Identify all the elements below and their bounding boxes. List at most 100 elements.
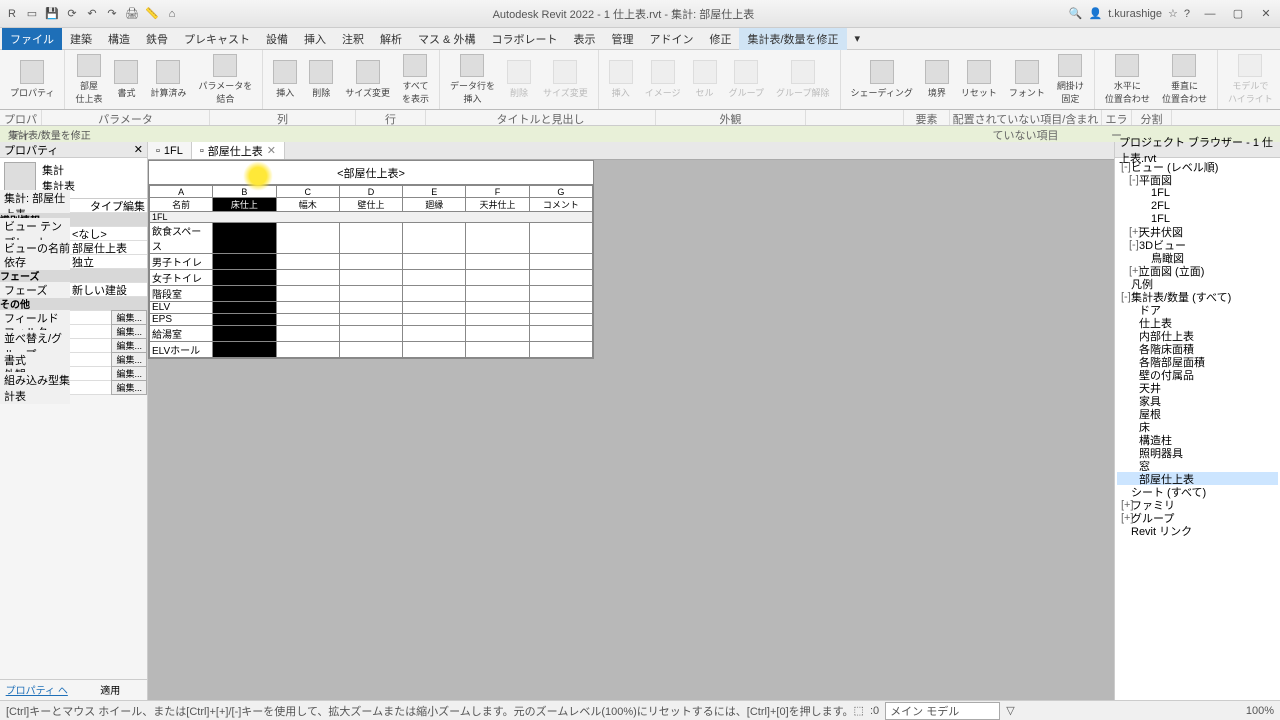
edit-button[interactable]: 編集... xyxy=(111,380,147,395)
cell[interactable] xyxy=(213,223,276,254)
edit-button[interactable]: 編集... xyxy=(111,310,147,325)
print-icon[interactable]: 🖨 xyxy=(124,6,140,22)
cell[interactable]: 女子トイレ xyxy=(150,270,213,286)
favorites-icon[interactable]: ☆ xyxy=(1168,7,1178,20)
properties-close-icon[interactable]: ✕ xyxy=(134,143,143,156)
cell[interactable] xyxy=(339,223,402,254)
ribbon-すべて-を表示[interactable]: すべて を表示 xyxy=(396,52,435,107)
cell[interactable] xyxy=(276,314,339,326)
zoom-percent[interactable]: 100% xyxy=(1246,705,1274,717)
col-header[interactable]: 名前 xyxy=(150,198,213,212)
tree-item[interactable]: 1FL xyxy=(1117,186,1278,199)
cell[interactable] xyxy=(529,270,592,286)
col-letter[interactable]: D xyxy=(339,186,402,198)
col-letter[interactable]: E xyxy=(403,186,466,198)
cell[interactable] xyxy=(529,302,592,314)
status-filter-icon[interactable]: ▽ xyxy=(1006,704,1014,717)
menu-2[interactable]: 構造 xyxy=(100,28,138,50)
tree-item[interactable]: 2FL xyxy=(1117,199,1278,212)
cell[interactable] xyxy=(213,314,276,326)
menu-15[interactable]: 集計表/数量を修正 xyxy=(739,28,846,50)
cell[interactable] xyxy=(213,270,276,286)
edit-button[interactable]: 編集... xyxy=(111,338,147,353)
col-letter[interactable]: B xyxy=(213,186,276,198)
cell[interactable] xyxy=(529,326,592,342)
cell[interactable] xyxy=(466,342,529,358)
cell[interactable] xyxy=(403,286,466,302)
cell[interactable] xyxy=(339,286,402,302)
col-header[interactable]: 廻縁 xyxy=(403,198,466,212)
cell[interactable] xyxy=(339,326,402,342)
ribbon-シェーディング[interactable]: シェーディング xyxy=(845,52,919,107)
cell[interactable] xyxy=(466,286,529,302)
home-icon[interactable]: ⌂ xyxy=(164,6,180,22)
user-icon[interactable]: 👤 xyxy=(1088,7,1102,20)
ribbon-境界[interactable]: 境界 xyxy=(919,52,955,107)
cell[interactable] xyxy=(339,314,402,326)
cell[interactable] xyxy=(213,326,276,342)
cell[interactable] xyxy=(213,302,276,314)
menu-13[interactable]: アドイン xyxy=(641,28,701,50)
help-icon[interactable]: ? xyxy=(1184,8,1190,20)
cell[interactable]: EPS xyxy=(150,314,213,326)
cell[interactable] xyxy=(339,270,402,286)
cell[interactable] xyxy=(276,254,339,270)
menu-9[interactable]: マス & 外構 xyxy=(410,28,483,50)
ribbon-リセット[interactable]: リセット xyxy=(955,52,1003,107)
col-header[interactable]: 幅木 xyxy=(276,198,339,212)
search-icon[interactable]: 🔍 xyxy=(1069,7,1083,20)
type-edit-button[interactable]: タイプ編集 xyxy=(90,198,147,214)
cell[interactable] xyxy=(466,270,529,286)
undo-icon[interactable]: ↶ xyxy=(84,6,100,22)
col-header[interactable]: コメント xyxy=(529,198,592,212)
status-select-icon[interactable]: ⬚ xyxy=(854,704,864,717)
col-letter[interactable]: F xyxy=(466,186,529,198)
cell[interactable] xyxy=(466,302,529,314)
cell[interactable]: ELVホール xyxy=(150,342,213,358)
cell[interactable] xyxy=(529,254,592,270)
cell[interactable] xyxy=(466,326,529,342)
status-model-combo[interactable]: メイン モデル xyxy=(885,702,1000,720)
menu-8[interactable]: 解析 xyxy=(372,28,410,50)
menu-5[interactable]: 設備 xyxy=(258,28,296,50)
cell[interactable] xyxy=(339,342,402,358)
cell[interactable] xyxy=(276,342,339,358)
maximize-button[interactable]: ▢ xyxy=(1224,4,1252,24)
menu-4[interactable]: プレキャスト xyxy=(176,28,258,50)
ribbon-部屋-仕上表[interactable]: 部屋 仕上表 xyxy=(69,52,108,107)
tab-close-icon[interactable]: ✕ xyxy=(267,144,276,157)
col-letter[interactable]: A xyxy=(150,186,213,198)
cell[interactable] xyxy=(403,326,466,342)
measure-icon[interactable]: 📏 xyxy=(144,6,160,22)
ribbon-サイズ変更[interactable]: サイズ変更 xyxy=(339,52,396,107)
save-icon[interactable]: 💾 xyxy=(44,6,60,22)
cell[interactable] xyxy=(403,314,466,326)
cell[interactable] xyxy=(466,254,529,270)
tree-item[interactable]: Revit リンク xyxy=(1117,524,1278,537)
menu-overflow[interactable]: ▾ xyxy=(847,29,869,48)
menu-10[interactable]: コラボレート xyxy=(483,28,565,50)
open-icon[interactable]: ▭ xyxy=(24,6,40,22)
cell[interactable] xyxy=(276,286,339,302)
menu-12[interactable]: 管理 xyxy=(603,28,641,50)
cell[interactable] xyxy=(466,314,529,326)
doc-tab[interactable]: ▫1FL xyxy=(148,142,192,159)
ribbon-削除[interactable]: 削除 xyxy=(303,52,339,107)
cell[interactable]: 給湯室 xyxy=(150,326,213,342)
cell[interactable] xyxy=(276,302,339,314)
cell[interactable] xyxy=(339,254,402,270)
cell[interactable] xyxy=(339,302,402,314)
cell[interactable] xyxy=(213,286,276,302)
menu-11[interactable]: 表示 xyxy=(565,28,603,50)
cell[interactable] xyxy=(529,223,592,254)
edit-button[interactable]: 編集... xyxy=(111,324,147,339)
cell[interactable] xyxy=(213,254,276,270)
cell[interactable] xyxy=(403,342,466,358)
col-letter[interactable]: G xyxy=(529,186,592,198)
col-header[interactable]: 壁仕上 xyxy=(339,198,402,212)
cell[interactable] xyxy=(403,270,466,286)
ribbon-データ行を-挿入[interactable]: データ行を 挿入 xyxy=(444,52,501,107)
cell[interactable]: ELV xyxy=(150,302,213,314)
minimize-button[interactable]: — xyxy=(1196,4,1224,24)
props-row[interactable]: 依存独立 xyxy=(0,255,147,269)
